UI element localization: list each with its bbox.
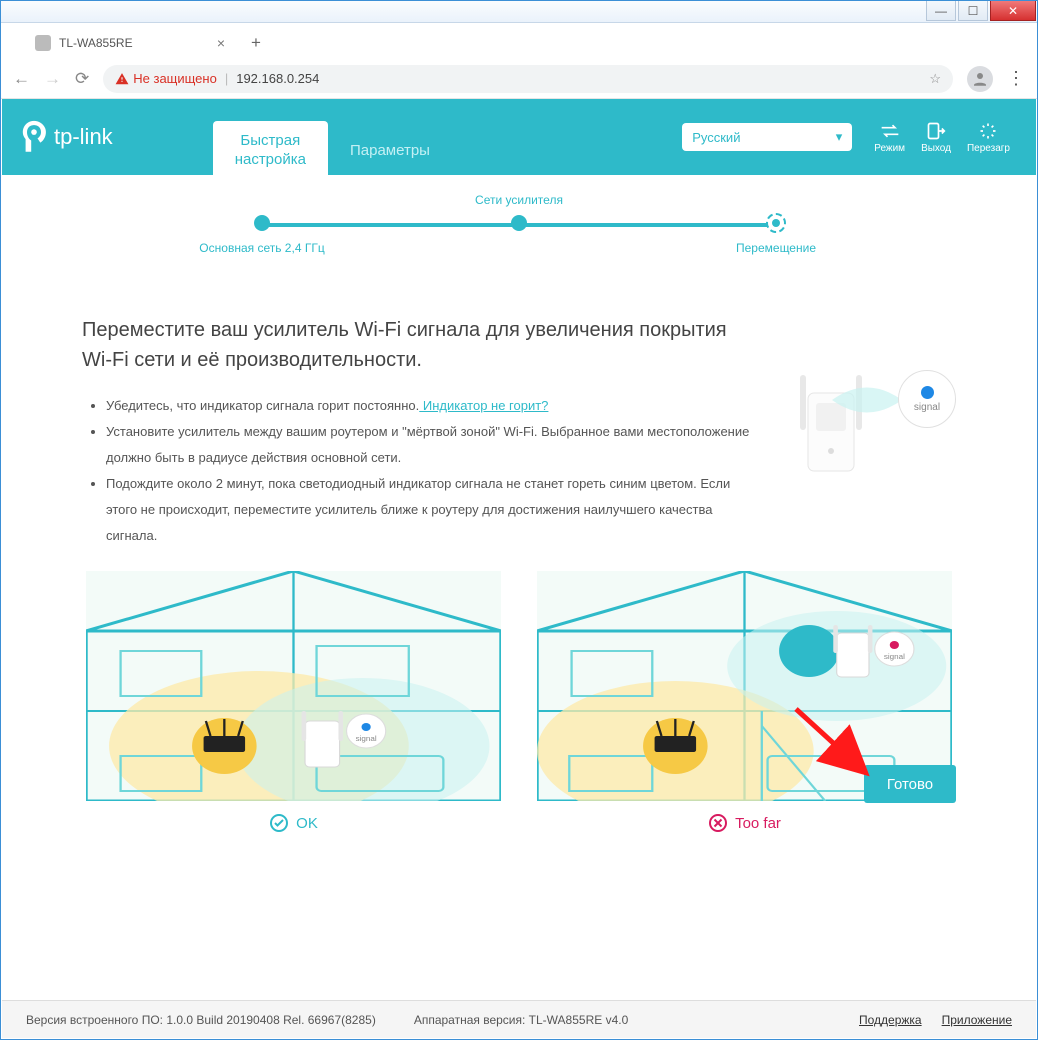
star-icon[interactable]: ☆ (929, 71, 941, 87)
device-illustration: signal (776, 335, 956, 495)
hardware-version: Аппаратная версия: TL-WA855RE v4.0 (414, 1013, 628, 1027)
placement-good: signal OK (86, 571, 501, 833)
reboot-button[interactable]: Перезагр (967, 121, 1010, 154)
new-tab-button[interactable]: + (243, 30, 269, 56)
favicon-icon (35, 35, 51, 51)
menu-icon[interactable]: ⋮ (1007, 68, 1025, 89)
done-button[interactable]: Готово (864, 765, 956, 803)
tab-title: TL-WA855RE (59, 36, 133, 50)
mode-button[interactable]: Режим (874, 121, 905, 154)
step-1-label: Основная сеть 2,4 ГГц (199, 241, 324, 255)
window-titlebar: — ☐ ✕ (1, 1, 1037, 23)
led-off-link[interactable]: Индикатор не горит? (419, 398, 548, 413)
tab-quick-setup[interactable]: Быстрая настройка (213, 121, 328, 175)
page-title: Переместите ваш усилитель Wi-Fi сигнала … (82, 315, 756, 375)
address-bar: ← → ⟳ Не защищено | 192.168.0.254 ☆ ⋮ (1, 59, 1037, 99)
profile-icon[interactable] (967, 66, 993, 92)
x-circle-icon (708, 813, 728, 833)
window-close-button[interactable]: ✕ (990, 1, 1036, 21)
brand-logo: tp-link (20, 119, 113, 155)
logout-button[interactable]: Выход (921, 121, 951, 154)
url-input[interactable]: Не защищено | 192.168.0.254 ☆ (103, 65, 953, 93)
tab-close-icon[interactable]: × (217, 35, 225, 51)
tab-settings[interactable]: Параметры (328, 121, 452, 175)
app-link[interactable]: Приложение (942, 1013, 1012, 1027)
language-select[interactable]: Русский ▾ (682, 123, 852, 151)
page-content: tp-link Быстрая настройка Параметры Русс… (2, 99, 1036, 1038)
forward-icon[interactable]: → (44, 69, 61, 89)
ok-caption: OK (269, 813, 318, 833)
step-2-label: Сети усилителя (475, 193, 563, 207)
browser-tab[interactable]: TL-WA855RE × (25, 28, 235, 58)
insecure-warning: Не защищено (115, 71, 217, 86)
window-minimize-button[interactable]: — (926, 1, 956, 21)
page-footer: Версия встроенного ПО: 1.0.0 Build 20190… (2, 1000, 1036, 1038)
back-icon[interactable]: ← (13, 69, 30, 89)
browser-window: — ☐ ✕ TL-WA855RE × + ← → ⟳ Не защищено |… (0, 0, 1038, 1040)
chevron-down-icon: ▾ (836, 129, 843, 145)
url-text: 192.168.0.254 (236, 71, 319, 86)
check-circle-icon (269, 813, 289, 833)
reload-icon[interactable]: ⟳ (75, 69, 89, 89)
instruction-list: Убедитесь, что индикатор сигнала горит п… (82, 393, 756, 549)
app-header: tp-link Быстрая настройка Параметры Русс… (2, 99, 1036, 175)
svg-text:signal: signal (356, 735, 377, 743)
step-3-label: Перемещение (736, 241, 816, 255)
progress-stepper: Основная сеть 2,4 ГГц Сети усилителя Пер… (262, 215, 776, 285)
toofar-caption: Too far (708, 813, 781, 833)
tab-strip: TL-WA855RE × + (1, 23, 1037, 59)
signal-indicator: signal (898, 370, 956, 428)
firmware-version: Версия встроенного ПО: 1.0.0 Build 20190… (26, 1013, 376, 1027)
support-link[interactable]: Поддержка (859, 1013, 922, 1027)
window-maximize-button[interactable]: ☐ (958, 1, 988, 21)
svg-text:signal: signal (884, 653, 905, 661)
